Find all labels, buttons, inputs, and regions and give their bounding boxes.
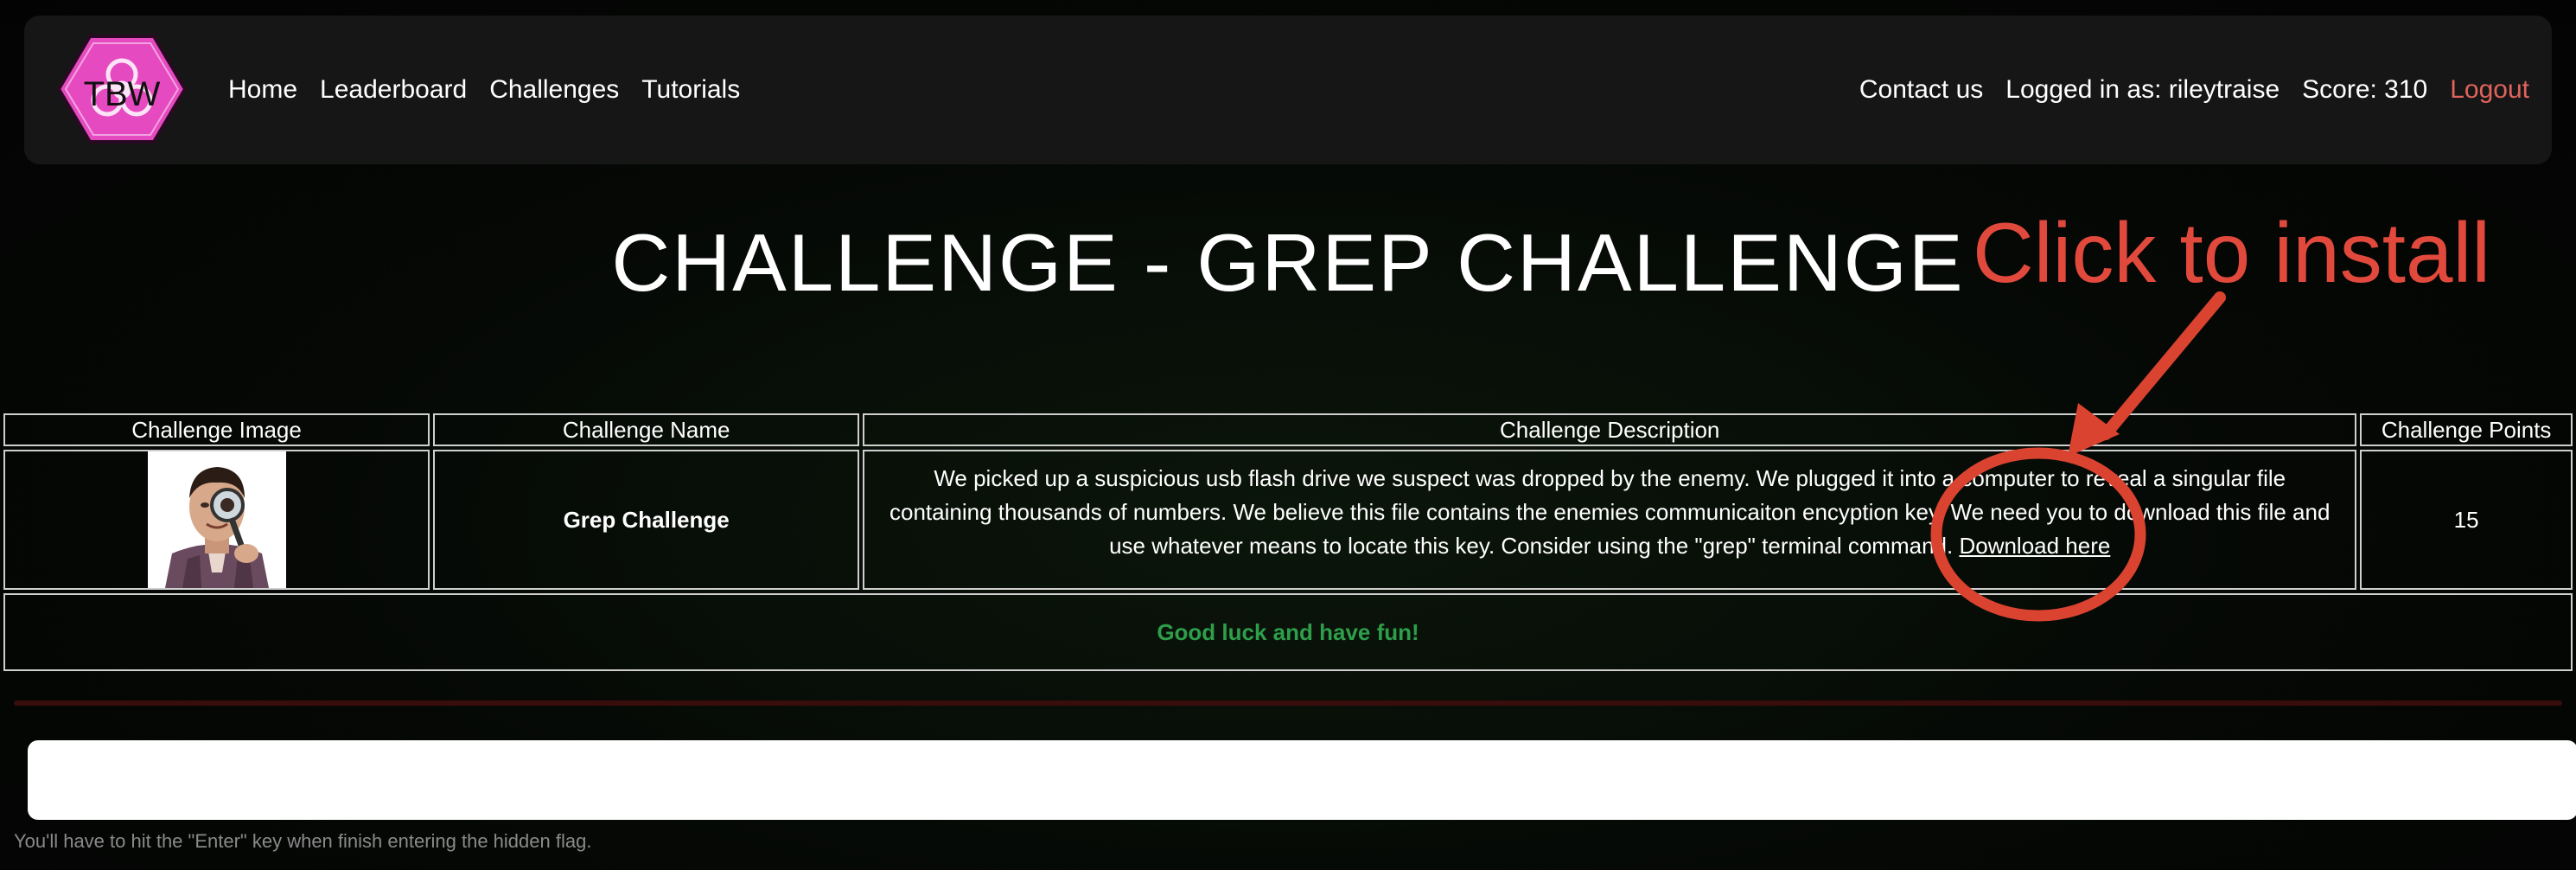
challenge-description-text: We picked up a suspicious usb flash driv… <box>889 464 2331 559</box>
nav-tutorials-link[interactable]: Tutorials <box>641 75 740 105</box>
magnifier-person-image <box>147 451 286 588</box>
nav-left: Home Leaderboard Challenges Tutorials <box>228 16 740 164</box>
nav-right: Contact us Logged in as: rileytraise Sco… <box>1859 16 2529 164</box>
navbar: TBW Home Leaderboard Challenges Tutorial… <box>24 16 2552 164</box>
challenge-description-cell: We picked up a suspicious usb flash driv… <box>863 450 2357 590</box>
nav-contact-link[interactable]: Contact us <box>1859 75 1983 105</box>
good-luck-cell: Good luck and have fun! <box>3 593 2573 671</box>
logo-biohazard-icon[interactable]: TBW <box>57 33 187 145</box>
challenge-name-cell: Grep Challenge <box>433 450 860 590</box>
header-challenge-image: Challenge Image <box>3 413 430 446</box>
logout-link[interactable]: Logout <box>2450 75 2529 105</box>
download-link[interactable]: Download here <box>1959 533 2110 559</box>
good-luck-text: Good luck and have fun! <box>1157 618 1419 645</box>
table-row: Grep Challenge We picked up a suspicious… <box>3 450 2573 590</box>
header-challenge-points: Challenge Points <box>2360 413 2573 446</box>
flag-hint: You'll have to hit the "Enter" key when … <box>14 830 592 852</box>
challenge-image <box>147 451 286 588</box>
table-footer-row: Good luck and have fun! <box>3 593 2573 671</box>
annotation-label: Click to install <box>1973 205 2491 300</box>
challenge-points-cell: 15 <box>2360 450 2573 590</box>
challenge-image-cell <box>3 450 430 590</box>
nav-leaderboard-link[interactable]: Leaderboard <box>320 75 467 105</box>
logo-text: TBW <box>84 75 161 113</box>
challenge-table: Challenge Image Challenge Name Challenge… <box>0 410 2576 675</box>
nav-home-link[interactable]: Home <box>228 75 297 105</box>
divider <box>14 700 2562 706</box>
score-display: Score: 310 <box>2302 75 2428 104</box>
header-challenge-name: Challenge Name <box>433 413 860 446</box>
header-challenge-description: Challenge Description <box>863 413 2357 446</box>
nav-challenges-link[interactable]: Challenges <box>489 75 619 105</box>
table-header-row: Challenge Image Challenge Name Challenge… <box>3 413 2573 446</box>
flag-input[interactable] <box>28 740 2576 820</box>
logged-in-user: Logged in as: rileytraise <box>2005 75 2280 104</box>
